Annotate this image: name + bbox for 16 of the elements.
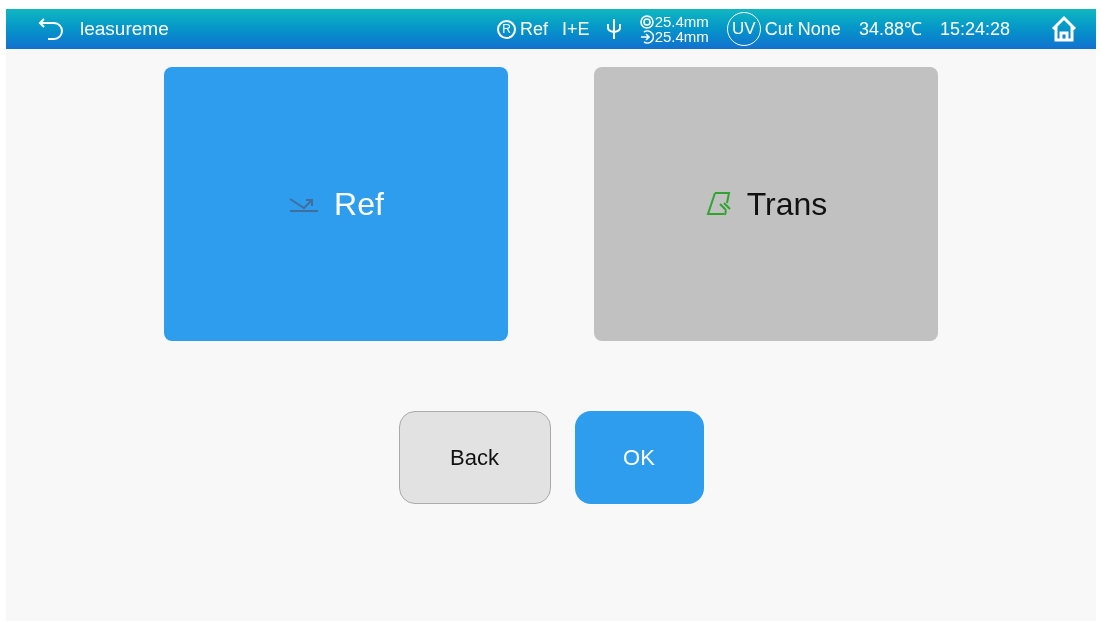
illumination-status: I+E xyxy=(562,17,590,41)
back-icon[interactable] xyxy=(38,18,66,40)
mode-badge: R xyxy=(497,19,517,39)
page-title: leasureme xyxy=(80,16,170,41)
usb-icon xyxy=(605,18,622,40)
uv-status: Cut None xyxy=(764,17,841,41)
clock: 15:24:28 xyxy=(939,17,1010,41)
mode-card[interactable]: Trans xyxy=(594,67,938,341)
mode-status: Ref xyxy=(520,17,549,41)
uv-badge: UV xyxy=(726,12,761,46)
home-icon[interactable] xyxy=(1050,15,1078,43)
aperture-status: 25.4mm xyxy=(654,14,709,29)
temperature: 34.88℃ xyxy=(858,17,922,41)
view-status: 25.4mm xyxy=(654,29,709,44)
aperture-icon xyxy=(639,14,654,29)
back-button[interactable]: Back xyxy=(398,411,551,504)
